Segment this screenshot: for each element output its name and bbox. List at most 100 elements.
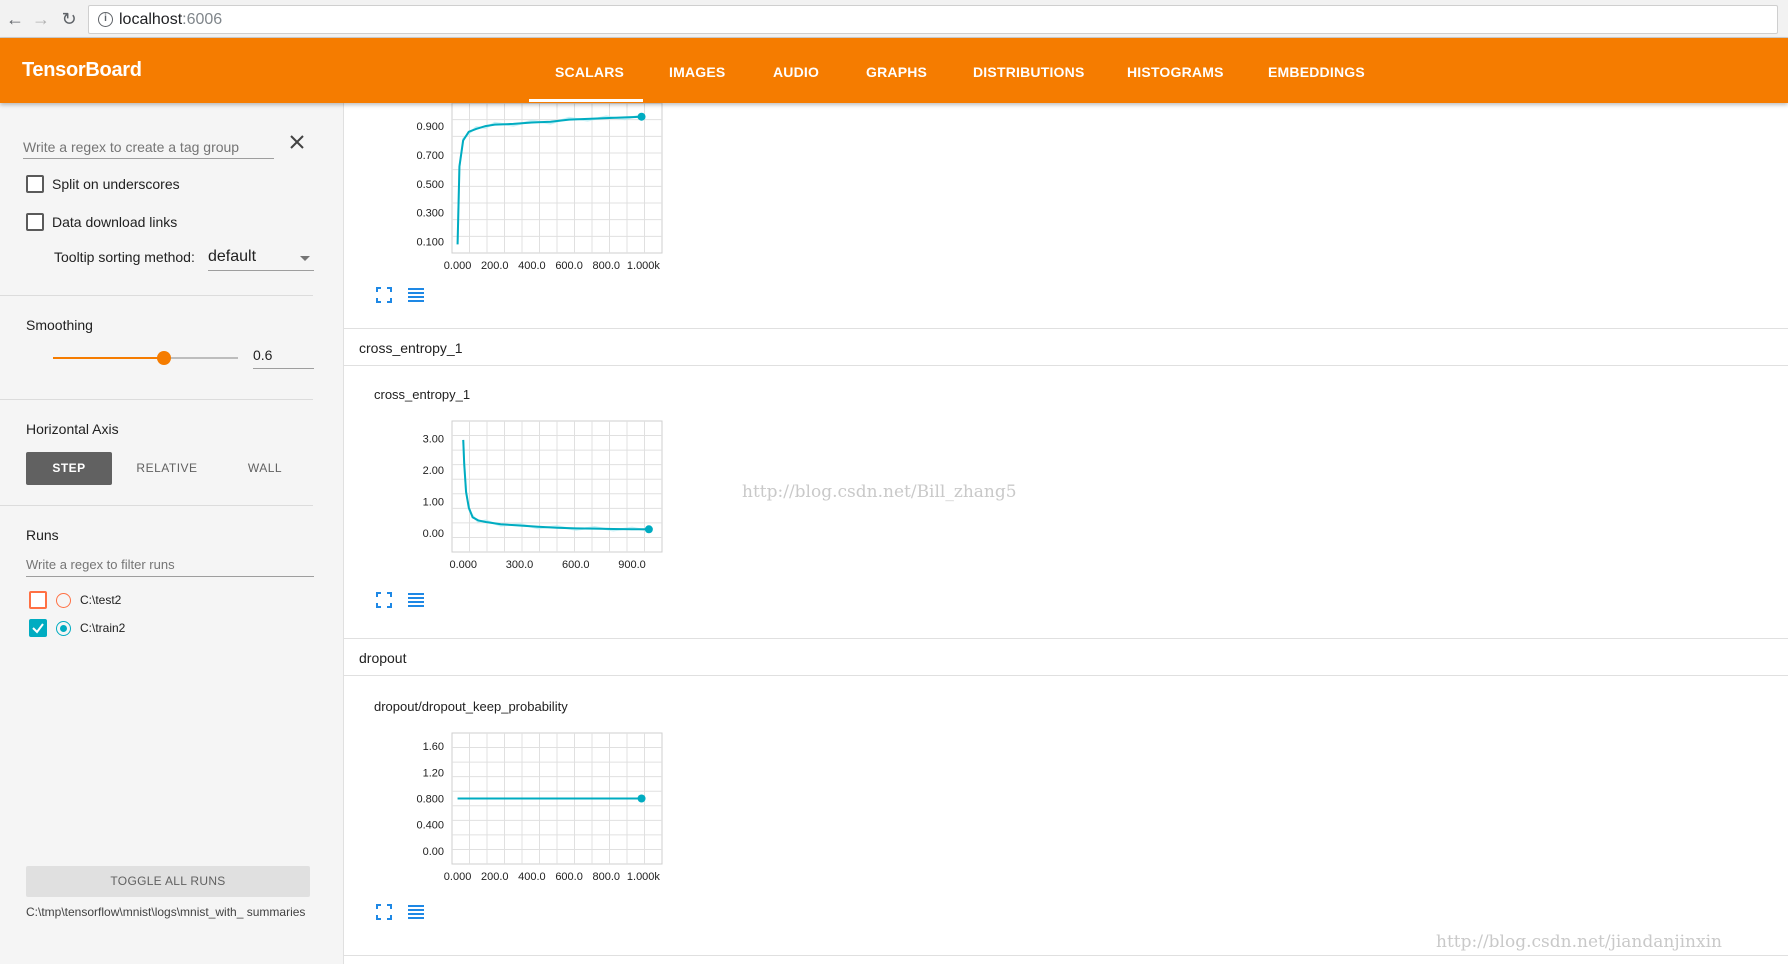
x-tick-label: 300.0	[506, 559, 534, 571]
browser-toolbar: ← → ↻ i localhost:6006	[0, 0, 1788, 38]
tab-audio[interactable]: AUDIO	[773, 64, 819, 80]
y-tick-label: 0.500	[416, 179, 444, 191]
run-color-train2[interactable]	[56, 621, 71, 636]
smoothing-title: Smoothing	[26, 317, 93, 333]
y-tick-label: 0.300	[416, 208, 444, 220]
runs-title: Runs	[26, 527, 59, 543]
app-title: TensorBoard	[22, 59, 142, 81]
x-tick-label: 600.0	[555, 871, 583, 883]
y-tick-label: 0.00	[423, 846, 444, 858]
x-tick-label: 900.0	[618, 559, 646, 571]
chart-title-dropout: dropout/dropout_keep_probability	[374, 699, 568, 714]
run-label-test2: C:\test2	[80, 593, 122, 607]
tab-images[interactable]: IMAGES	[669, 64, 725, 80]
axis-relative-button[interactable]: RELATIVE	[124, 452, 210, 485]
x-tick-label: 600.0	[562, 559, 590, 571]
smoothing-slider-handle[interactable]	[157, 351, 171, 365]
x-tick-label: 200.0	[481, 260, 509, 272]
series-endpoint	[637, 794, 646, 803]
tab-scalars[interactable]: SCALARS	[555, 64, 624, 80]
series-endpoint	[644, 525, 653, 534]
split-underscores-label: Split on underscores	[52, 176, 180, 192]
group-title: dropout	[359, 650, 407, 666]
watermark: http://blog.csdn.net/Bill_zhang5	[742, 482, 1017, 502]
axis-wall-button[interactable]: WALL	[222, 452, 308, 485]
data-table-icon[interactable]	[406, 902, 426, 922]
run-checkbox-test2[interactable]	[29, 591, 47, 609]
tooltip-sorting-label: Tooltip sorting method:	[54, 249, 195, 265]
x-tick-label: 400.0	[518, 260, 546, 272]
toggle-all-runs-button[interactable]: TOGGLE ALL RUNS	[26, 866, 310, 897]
y-tick-label: 0.00	[423, 528, 444, 540]
x-tick-label: 800.0	[592, 260, 620, 272]
y-tick-label: 1.00	[423, 496, 444, 508]
run-checkbox-train2[interactable]	[29, 619, 47, 637]
smoothing-slider-fill	[53, 357, 164, 359]
info-icon[interactable]: i	[98, 12, 113, 27]
dropout-chart[interactable]: 1.60 1.20 0.800 0.400 0.00 0.000 200.0 400.0 600…	[372, 717, 1012, 889]
y-tick-label: 1.60	[423, 741, 444, 753]
reload-icon[interactable]: ↻	[58, 9, 80, 31]
group-title: cross_entropy_1	[359, 340, 463, 356]
x-tick-label: 1.000k	[627, 871, 661, 883]
tab-distributions[interactable]: DISTRIBUTIONS	[973, 64, 1085, 80]
expand-icon[interactable]	[374, 902, 394, 922]
runs-filter-input[interactable]	[26, 553, 314, 577]
axis-step-button[interactable]: STEP	[26, 452, 112, 485]
x-tick-label: 0.000	[444, 871, 472, 883]
tooltip-sorting-value: default	[208, 248, 257, 265]
series-endpoint	[637, 112, 646, 121]
y-tick-label: 0.700	[416, 150, 444, 162]
group-header-cross-entropy[interactable]: cross_entropy_1	[344, 328, 1788, 366]
tab-histograms[interactable]: HISTOGRAMS	[1127, 64, 1224, 80]
x-tick-label: 200.0	[481, 871, 509, 883]
data-table-icon[interactable]	[406, 285, 426, 305]
y-tick-label: 0.800	[416, 794, 444, 806]
forward-arrow-icon[interactable]: →	[30, 9, 52, 31]
expand-icon[interactable]	[374, 590, 394, 610]
y-tick-label: 0.900	[416, 121, 444, 133]
tooltip-sorting-select[interactable]: default	[208, 245, 314, 271]
tab-embeddings[interactable]: EMBEDDINGS	[1268, 64, 1365, 80]
x-tick-label: 600.0	[555, 260, 583, 272]
y-tick-label: 2.00	[423, 465, 444, 477]
watermark: http://blog.csdn.net/jiandanjinxin	[1436, 932, 1722, 952]
run-label-train2: C:\train2	[80, 621, 126, 635]
address-bar[interactable]: i localhost:6006	[88, 5, 1778, 34]
x-tick-label: 0.000	[449, 559, 477, 571]
data-table-icon[interactable]	[406, 590, 426, 610]
chevron-down-icon	[300, 256, 310, 261]
divider	[0, 295, 313, 296]
x-tick-label: 800.0	[592, 871, 620, 883]
app-header: TensorBoard SCALARS IMAGES AUDIO GRAPHS …	[0, 38, 1788, 103]
x-tick-label: 400.0	[518, 871, 546, 883]
divider	[344, 955, 1788, 956]
expand-icon[interactable]	[374, 285, 394, 305]
run-color-test2[interactable]	[56, 593, 71, 608]
chart-title-cross-entropy: cross_entropy_1	[374, 387, 471, 402]
y-tick-label: 1.20	[423, 767, 444, 779]
accuracy-chart[interactable]: 0.900 0.700 0.500 0.300 0.1000.000 200.0 400.0…	[372, 103, 1012, 275]
horizontal-axis-title: Horizontal Axis	[26, 421, 119, 437]
data-download-checkbox[interactable]	[26, 213, 44, 231]
smoothing-value-input[interactable]: 0.6	[253, 345, 314, 369]
sidebar: Split on underscores Data download links…	[0, 103, 344, 964]
main-content: 0.900 0.700 0.500 0.300 0.100 0.000 200.0 400.0…	[344, 103, 1788, 964]
y-tick-label: 0.400	[416, 820, 444, 832]
active-tab-indicator	[529, 99, 643, 102]
url-text: localhost:6006	[119, 11, 223, 28]
y-tick-label: 0.100	[416, 236, 444, 248]
close-icon[interactable]	[286, 131, 308, 153]
back-arrow-icon[interactable]: ←	[4, 9, 26, 31]
tag-group-regex-input[interactable]	[23, 135, 274, 159]
smoothing-slider[interactable]	[53, 351, 238, 365]
x-tick-label: 0.000	[444, 260, 472, 272]
data-download-label: Data download links	[52, 214, 178, 230]
divider	[0, 505, 313, 506]
tab-graphs[interactable]: GRAPHS	[866, 64, 927, 80]
split-underscores-checkbox[interactable]	[26, 175, 44, 193]
group-header-dropout[interactable]: dropout	[344, 638, 1788, 676]
y-tick-label: 3.00	[423, 433, 444, 445]
x-tick-label: 1.000k	[627, 260, 661, 272]
checkmark-icon	[32, 623, 44, 634]
